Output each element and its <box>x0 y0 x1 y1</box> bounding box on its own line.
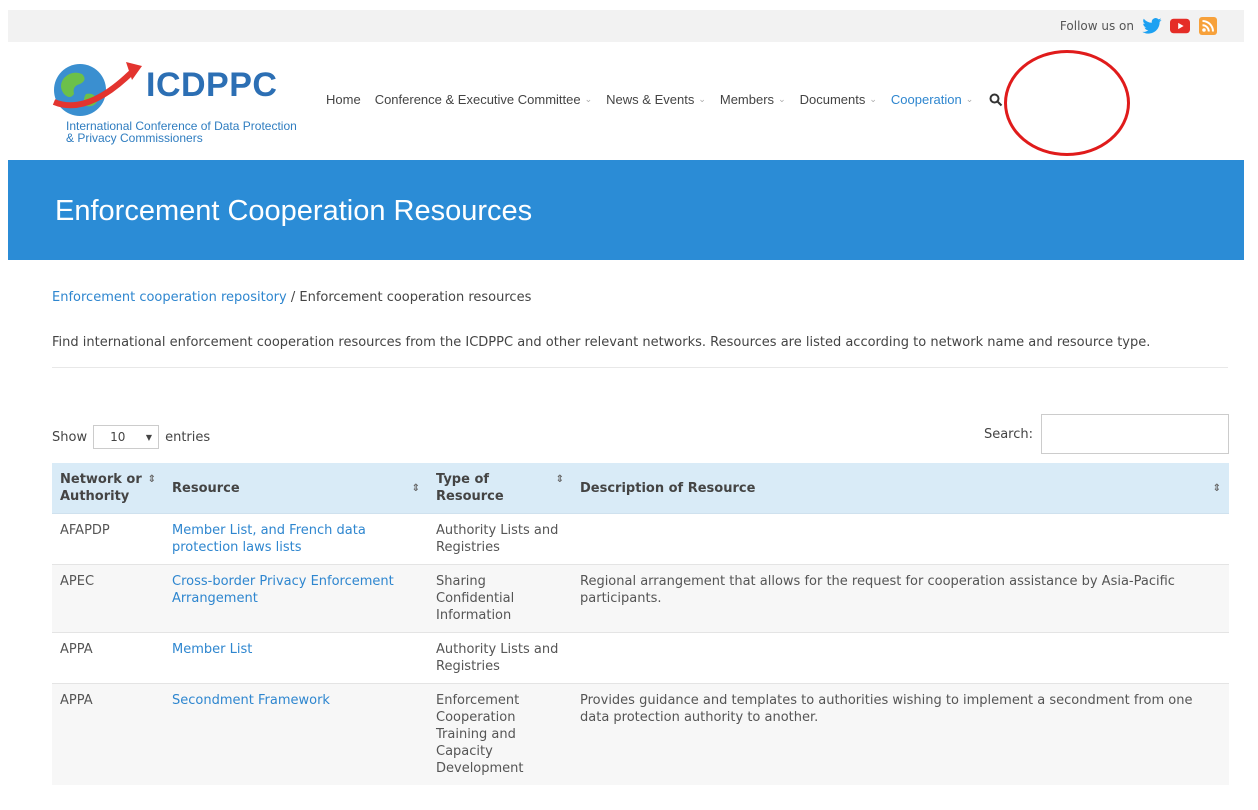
sort-icon: ⇕ <box>411 482 420 494</box>
cell-type: Sharing Confidential Information <box>428 564 572 633</box>
entries-value: 10 <box>110 430 126 444</box>
cell-description: Provides guidance and templates to autho… <box>572 683 1229 785</box>
entries-select[interactable]: 10 ▼ <box>93 425 160 449</box>
sort-icon: ⇕ <box>1212 482 1221 494</box>
resource-link[interactable]: Secondment Framework <box>172 693 330 708</box>
cell-network: AFAPDP <box>52 513 164 565</box>
nav-news-events[interactable]: News & Events ⌄ <box>606 92 706 107</box>
rss-icon[interactable] <box>1198 17 1218 35</box>
breadcrumb-link[interactable]: Enforcement cooperation repository <box>52 290 287 305</box>
globe-logo-icon <box>52 62 142 116</box>
resource-link[interactable]: Member List, and French data protection … <box>172 523 366 555</box>
chevron-down-icon: ⌄ <box>965 94 974 104</box>
resource-link[interactable]: Cross-border Privacy Enforcement Arrange… <box>172 574 394 606</box>
chevron-down-icon: ⌄ <box>698 94 706 104</box>
nav-home[interactable]: Home <box>326 92 361 107</box>
nav-home-label: Home <box>326 92 361 107</box>
logo-title: ICDPPC <box>146 66 278 104</box>
twitter-icon[interactable] <box>1142 17 1162 35</box>
cell-description: Regional arrangement that allows for the… <box>572 564 1229 633</box>
entries-control: Show 10 ▼ entries <box>52 425 210 449</box>
breadcrumb-current: Enforcement cooperation resources <box>299 290 532 305</box>
highlight-circle <box>1004 50 1130 156</box>
resources-table: ⇕ Network or Authority ⇕ Resource ⇕ Type of… <box>52 463 1229 785</box>
main-navigation: Home Conference & Executive Committee ⌄ N… <box>326 92 1003 107</box>
social-links: Follow us on <box>1060 17 1218 35</box>
nav-cooperation[interactable]: Cooperation ⌄ <box>891 92 973 107</box>
cell-network: APPA <box>52 632 164 684</box>
header-type-label: Type of Resource <box>436 472 504 504</box>
cell-network: APEC <box>52 564 164 633</box>
column-header-resource[interactable]: ⇕ Resource <box>164 463 428 514</box>
nav-news-label: News & Events <box>606 92 695 107</box>
page-banner: Enforcement Cooperation Resources <box>8 160 1244 260</box>
resource-link[interactable]: Member List <box>172 642 252 657</box>
nav-documents-label: Documents <box>799 92 866 107</box>
header-resource-label: Resource <box>172 480 240 496</box>
search-input[interactable] <box>1041 414 1229 454</box>
table-header-row: ⇕ Network or Authority ⇕ Resource ⇕ Type of… <box>52 463 1229 514</box>
cell-description <box>572 632 1229 684</box>
header-network-label: Network or Authority <box>60 472 142 504</box>
cell-resource: Member List <box>164 632 428 684</box>
search-icon[interactable] <box>989 93 1003 107</box>
table-row: APPA Secondment Framework Enforcement Co… <box>52 683 1229 785</box>
nav-members[interactable]: Members ⌄ <box>720 92 786 107</box>
top-bar: Follow us on <box>8 10 1244 42</box>
show-label: Show <box>52 429 88 445</box>
column-header-type[interactable]: ⇕ Type of Resource <box>428 463 572 514</box>
nav-members-label: Members <box>719 92 775 107</box>
cell-description <box>572 513 1229 565</box>
nav-conference[interactable]: Conference & Executive Committee ⌄ <box>375 92 592 107</box>
breadcrumb: Enforcement cooperation repository / Enf… <box>52 290 1244 305</box>
main-content: Enforcement cooperation repository / Enf… <box>52 290 1244 368</box>
sort-icon: ⇕ <box>147 474 156 485</box>
table-row: AFAPDP Member List, and French data prot… <box>52 513 1229 565</box>
chevron-down-icon: ⌄ <box>584 94 593 104</box>
cell-resource: Cross-border Privacy Enforcement Arrange… <box>164 564 428 633</box>
table-controls: Show 10 ▼ entries Search: <box>52 414 1229 458</box>
entries-label: entries <box>165 429 211 445</box>
nav-cooperation-label: Cooperation <box>890 92 962 107</box>
chevron-down-icon: ⌄ <box>778 94 786 104</box>
caret-down-icon: ▼ <box>145 432 153 442</box>
page-title: Enforcement Cooperation Resources <box>55 195 533 227</box>
nav-conference-label: Conference & Executive Committee <box>374 92 581 107</box>
cell-network: APPA <box>52 683 164 785</box>
nav-documents[interactable]: Documents ⌄ <box>800 92 877 107</box>
cell-type: Enforcement Cooperation Training and Cap… <box>428 683 572 785</box>
cell-type: Authority Lists and Registries <box>428 513 572 565</box>
page-description: Find international enforcement cooperati… <box>52 335 1151 350</box>
table-row: APEC Cross-border Privacy Enforcement Ar… <box>52 564 1229 633</box>
cell-resource: Secondment Framework <box>164 683 428 785</box>
youtube-icon[interactable] <box>1170 17 1190 35</box>
search-label: Search: <box>983 426 1033 442</box>
chevron-down-icon: ⌄ <box>869 94 877 104</box>
column-header-description[interactable]: ⇕ Description of Resource <box>572 463 1229 514</box>
header-description-label: Description of Resource <box>580 480 756 496</box>
cell-type: Authority Lists and Registries <box>428 632 572 684</box>
table-row: APPA Member List Authority Lists and Reg… <box>52 632 1229 684</box>
table-search: Search: <box>984 414 1229 454</box>
divider <box>52 367 1228 368</box>
breadcrumb-separator: / <box>286 290 300 305</box>
follow-us-label: Follow us on <box>1059 19 1134 33</box>
cell-resource: Member List, and French data protection … <box>164 513 428 565</box>
site-logo[interactable]: ICDPPC International Conference of Data … <box>48 56 308 156</box>
sort-icon: ⇕ <box>555 474 564 485</box>
column-header-network[interactable]: ⇕ Network or Authority <box>52 463 164 514</box>
logo-subtitle: International Conference of Data Protect… <box>66 119 297 145</box>
